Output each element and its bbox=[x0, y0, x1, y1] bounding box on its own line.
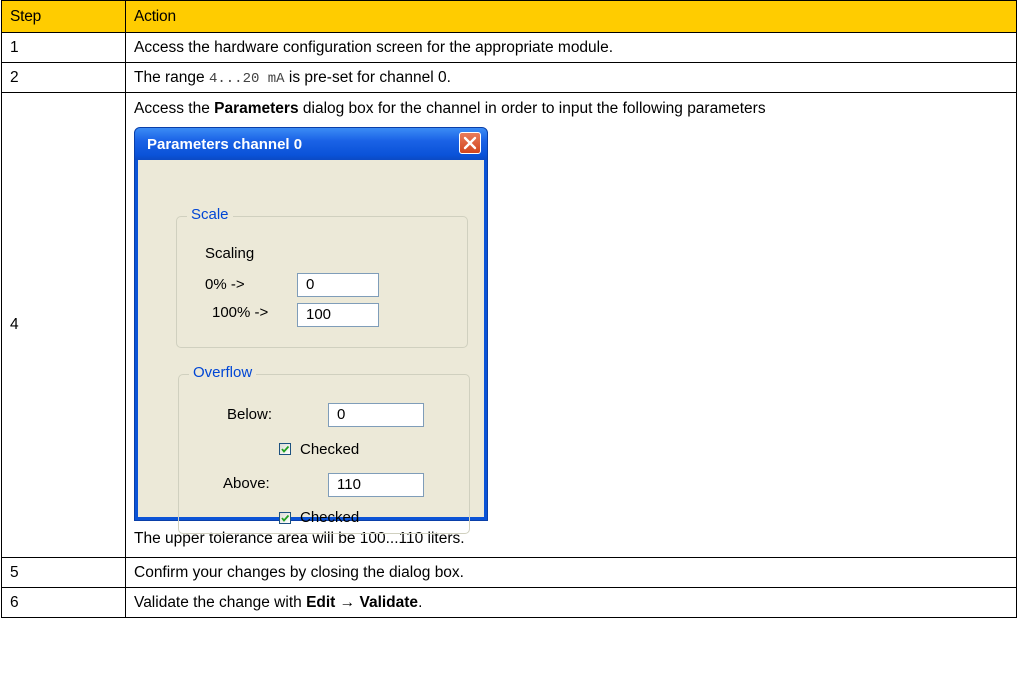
zero-percent-input[interactable]: 0 bbox=[297, 273, 379, 297]
below-label: Below: bbox=[227, 406, 273, 423]
header-action: Action bbox=[125, 0, 1017, 33]
table-row: 2 The range 4...20 mA is pre-set for cha… bbox=[1, 62, 1017, 93]
validate-command-term: Validate bbox=[359, 593, 419, 611]
step-number: 5 bbox=[1, 557, 126, 588]
above-input[interactable]: 110 bbox=[328, 473, 424, 497]
scale-group-label: Scale bbox=[187, 206, 233, 223]
step-action: The range 4...20 mA is pre-set for chann… bbox=[125, 62, 1017, 93]
action-text: Access the bbox=[134, 100, 215, 117]
above-checked-label: Checked bbox=[300, 509, 360, 526]
table-row: 5 Confirm your changes by closing the di… bbox=[1, 557, 1017, 588]
overflow-group-label: Overflow bbox=[189, 364, 257, 381]
step-number: 2 bbox=[1, 62, 126, 93]
header-step: Step bbox=[1, 0, 126, 33]
edit-menu-term: Edit bbox=[306, 593, 336, 611]
above-checkbox[interactable] bbox=[279, 512, 291, 524]
zero-percent-label: 0% -> bbox=[205, 276, 245, 293]
step-action: Access the hardware configuration screen… bbox=[125, 32, 1017, 63]
check-icon bbox=[281, 445, 290, 453]
action-text: Validate the change with bbox=[134, 593, 307, 611]
arrow-glyph: → bbox=[335, 593, 360, 611]
steps-table: Step Action 1 Access the hardware config… bbox=[1, 0, 1017, 618]
below-checked-label: Checked bbox=[300, 441, 360, 458]
table-row: 4 Access the Parameters dialog box for t… bbox=[1, 92, 1017, 558]
hundred-percent-label: 100% -> bbox=[212, 304, 269, 321]
above-label: Above: bbox=[223, 475, 270, 492]
below-checkbox[interactable] bbox=[279, 443, 291, 455]
action-line: Access the Parameters dialog box for the… bbox=[134, 99, 1008, 119]
step-number: 1 bbox=[1, 32, 126, 63]
scaling-label: Scaling bbox=[205, 245, 255, 262]
check-icon bbox=[281, 514, 290, 522]
overflow-group: Overflow Below: 0 Checked Above: 110 Che… bbox=[178, 364, 470, 534]
parameters-dialog: Parameters channel 0 Scale Scaling 0% ->… bbox=[134, 127, 488, 534]
scale-group: Scale Scaling 0% -> 0 100% -> 100 bbox=[176, 206, 468, 348]
parameters-term: Parameters bbox=[214, 100, 299, 117]
action-text: is pre-set for channel 0. bbox=[284, 68, 451, 86]
table-header-row: Step Action bbox=[1, 0, 1017, 33]
step-number: 6 bbox=[1, 587, 126, 618]
range-code: 4...20 mA bbox=[208, 70, 285, 87]
step-action: Access the Parameters dialog box for the… bbox=[125, 92, 1017, 558]
action-text: The range bbox=[134, 68, 209, 86]
hundred-percent-input[interactable]: 100 bbox=[297, 303, 379, 327]
dialog-body: Scale Scaling 0% -> 0 100% -> 100 Overfl… bbox=[138, 160, 484, 534]
dialog-titlebar[interactable]: Parameters channel 0 bbox=[135, 128, 487, 160]
step-action: Validate the change with Edit → Validate… bbox=[125, 587, 1017, 618]
dialog-title: Parameters channel 0 bbox=[147, 136, 303, 153]
step-number: 4 bbox=[1, 92, 126, 558]
action-text: . bbox=[418, 593, 423, 611]
action-text: dialog box for the channel in order to i… bbox=[298, 100, 766, 117]
step-action: Confirm your changes by closing the dial… bbox=[125, 557, 1017, 588]
below-input[interactable]: 0 bbox=[328, 403, 424, 427]
close-button[interactable] bbox=[459, 132, 481, 154]
close-icon bbox=[463, 136, 477, 150]
table-row: 6 Validate the change with Edit → Valida… bbox=[1, 587, 1017, 618]
table-row: 1 Access the hardware configuration scre… bbox=[1, 32, 1017, 63]
